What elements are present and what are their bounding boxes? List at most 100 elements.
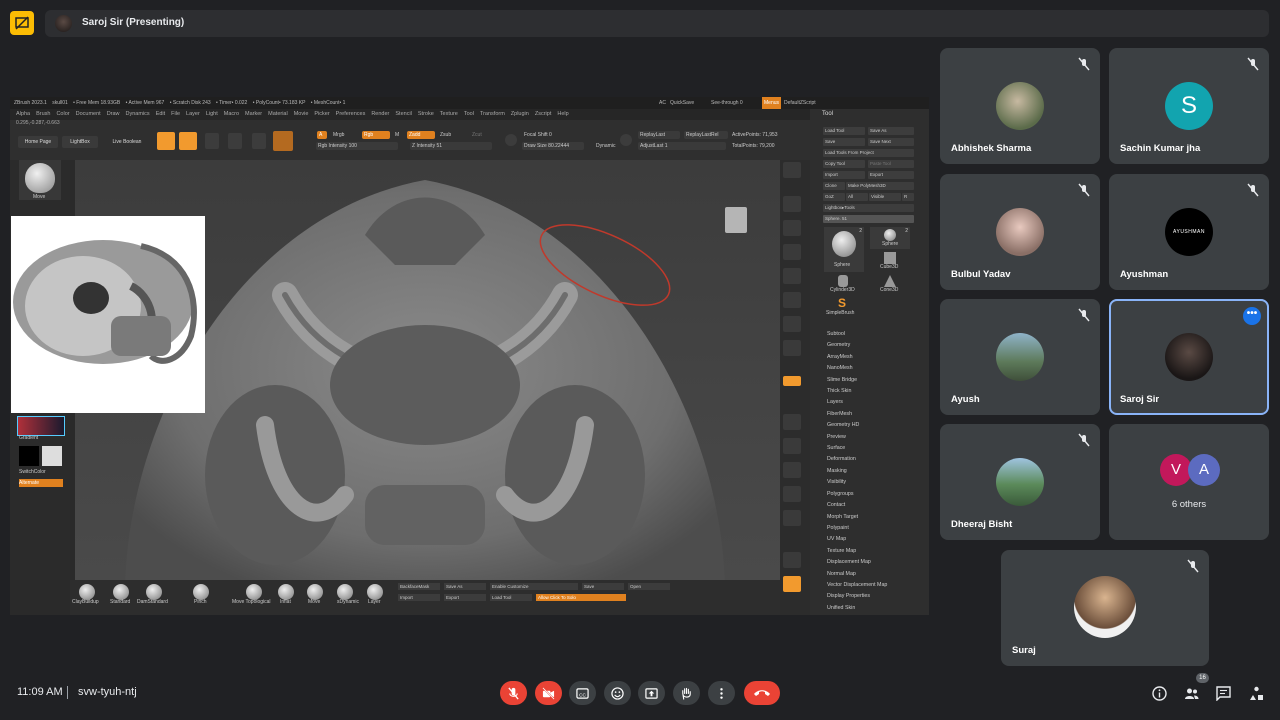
menu-item[interactable]: Stencil (395, 111, 412, 117)
subpalette-item[interactable]: Contact (827, 500, 887, 511)
current-tool-slider[interactable]: Sphere. 51 (823, 215, 914, 223)
tool-palette-header[interactable]: Tool (810, 109, 929, 119)
material-icon[interactable] (273, 131, 293, 151)
zadd-button[interactable]: Zadd (407, 131, 435, 139)
menu-item[interactable]: Color (56, 111, 69, 117)
subpalette-item[interactable]: Geometry (827, 340, 887, 351)
menus-button[interactable]: Menus (762, 97, 782, 109)
chat-icon[interactable] (1216, 686, 1231, 701)
menu-item[interactable]: Zplugin (511, 111, 529, 117)
tool-thumb[interactable]: Sphere 2 (824, 227, 864, 272)
lock-gizmo-icon[interactable] (725, 207, 747, 233)
goz-button[interactable]: GoZ (823, 193, 845, 201)
load-tools-from-project-button[interactable]: Load Tools From Project (823, 149, 914, 157)
subpalette-item[interactable]: Morph Target (827, 512, 887, 523)
menu-item[interactable]: Marker (245, 111, 262, 117)
bottom-save-as-button[interactable]: Save As (444, 583, 486, 590)
brush-icon[interactable] (193, 584, 209, 600)
subpalette-item[interactable]: Subtool (827, 329, 887, 340)
import-button[interactable]: Import (823, 171, 865, 179)
subpalette-item[interactable]: Displacement Map (827, 557, 887, 568)
menu-item[interactable]: Document (76, 111, 101, 117)
replay-last-button[interactable]: ReplayLast (638, 131, 680, 139)
qxyz-button[interactable] (783, 376, 801, 386)
menu-item[interactable]: Preferences (336, 111, 366, 117)
subpalette-item[interactable]: Geometry HD (827, 420, 887, 431)
captions-button[interactable]: CC (569, 681, 596, 705)
allow-click-to-solo-button[interactable]: Allow Click To Solo (536, 594, 626, 601)
subpalette-item[interactable]: Deformation (827, 454, 887, 465)
mrgb-button[interactable]: Mrgb (331, 131, 355, 139)
solo-button[interactable] (783, 576, 801, 592)
zoomd-button[interactable] (783, 462, 801, 478)
participant-tile[interactable]: Ayush (940, 299, 1100, 415)
info-icon[interactable] (1152, 686, 1167, 701)
ac-label[interactable]: AC (659, 97, 666, 109)
switch-color-label[interactable]: SwitchColor (19, 469, 46, 475)
menu-item[interactable]: Zscript (535, 111, 552, 117)
raise-hand-button[interactable] (673, 681, 700, 705)
brush-icon[interactable] (337, 584, 353, 600)
brush-icon[interactable] (146, 584, 162, 600)
subpalette-item[interactable]: Visibility (827, 477, 887, 488)
zsub-button[interactable]: Zsub (438, 131, 460, 139)
more-options-icon[interactable]: ••• (1243, 307, 1261, 325)
menu-item[interactable]: Edit (156, 111, 165, 117)
save-as-button[interactable]: Save As (868, 127, 914, 135)
menu-item[interactable]: Picker (314, 111, 329, 117)
load-tool-button[interactable]: Load Tool (823, 127, 865, 135)
mic-toggle-button[interactable] (500, 681, 527, 705)
present-now-button[interactable] (638, 681, 665, 705)
brush-icon[interactable] (307, 584, 323, 600)
brush-icon[interactable] (79, 584, 95, 600)
zoom-button[interactable] (783, 220, 801, 236)
m-button[interactable]: M (393, 131, 405, 139)
menu-item[interactable]: Macro (224, 111, 239, 117)
home-page-button[interactable]: Home Page (18, 136, 58, 148)
scale-tool-button[interactable] (228, 133, 242, 149)
a-toggle[interactable]: A (317, 131, 327, 139)
lightbox-tools-button[interactable]: Lightbox▸Tools (823, 204, 914, 212)
emoji-button[interactable] (604, 681, 631, 705)
enable-customize-button[interactable]: Enable Customize (490, 583, 578, 590)
presenting-icon[interactable] (10, 11, 34, 35)
replay-last-rel-button[interactable]: ReplayLastRel (684, 131, 728, 139)
menu-item[interactable]: Dynamics (126, 111, 150, 117)
bottom-export-button[interactable]: Export (444, 594, 486, 601)
menu-item[interactable]: Material (268, 111, 288, 117)
leave-call-button[interactable] (744, 681, 780, 705)
scroll-button[interactable] (783, 196, 801, 212)
subpalette-item[interactable]: Masking (827, 466, 887, 477)
draw-tool-button[interactable] (179, 132, 197, 150)
brush-thumbnail[interactable]: Move (19, 160, 61, 200)
rotate-view-button[interactable] (783, 486, 801, 502)
menu-item[interactable]: Brush (36, 111, 50, 117)
tool-thumb[interactable]: Sphere 2 (870, 227, 910, 249)
backface-mask-button[interactable]: BackfaceMask (398, 583, 440, 590)
brush-icon[interactable] (278, 584, 294, 600)
people-icon[interactable] (1184, 686, 1199, 701)
subpalette-item[interactable]: ArrayMesh (827, 352, 887, 363)
primary-color[interactable] (19, 446, 39, 466)
export-button[interactable]: Export (868, 171, 914, 179)
subpalette-item[interactable]: Vector Displacement Map (827, 580, 887, 591)
subpalette-item[interactable]: Display Properties (827, 591, 887, 602)
participant-tile-active[interactable]: ••• Saroj Sir (1109, 299, 1269, 415)
menu-item[interactable]: Tool (464, 111, 474, 117)
brush-icon[interactable] (113, 584, 129, 600)
bottom-import-button[interactable]: Import (398, 594, 440, 601)
activities-icon[interactable] (1249, 686, 1264, 701)
focal-shift-slider[interactable]: Focal Shift 0 (522, 131, 604, 139)
save-next-button[interactable]: Save Next (868, 138, 914, 146)
rgb-intensity-slider[interactable]: Rgb Intensity 100 (316, 142, 398, 150)
menu-item[interactable]: Help (557, 111, 568, 117)
menu-item[interactable]: Layer (186, 111, 200, 117)
save-button[interactable]: Save (823, 138, 865, 146)
subpalette-item[interactable]: Layers (827, 397, 887, 408)
draw-size-slider[interactable]: Draw Size 80.22444 (522, 142, 584, 150)
subpalette-item[interactable]: Normal Map (827, 569, 887, 580)
quicksave-button[interactable]: QuickSave (670, 97, 694, 109)
tool-thumb[interactable]: Cone3D (870, 273, 910, 295)
subpalette-item[interactable]: FiberMesh (827, 409, 887, 420)
meeting-code[interactable]: svw-tyuh-ntj (78, 686, 137, 698)
